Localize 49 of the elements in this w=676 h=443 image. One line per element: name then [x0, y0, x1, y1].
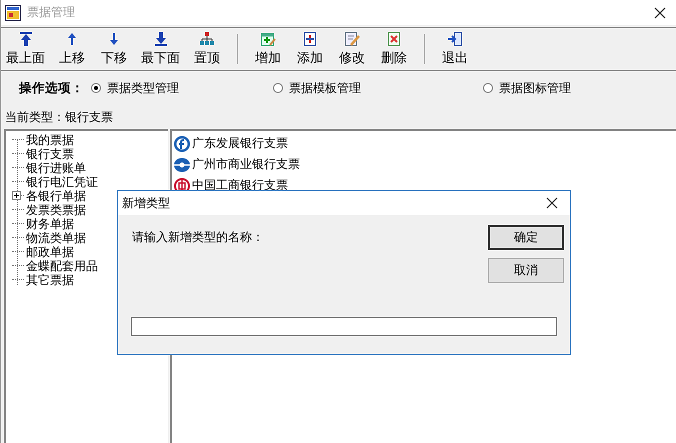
tree-item[interactable]: 邮政单据	[26, 245, 74, 259]
tree-item[interactable]: 各银行单据	[26, 189, 86, 203]
current-type-value: 银行支票	[65, 108, 113, 126]
options-label: 操作选项：	[19, 80, 85, 96]
tree-item[interactable]: 发票类票据	[26, 203, 86, 217]
toolbar-button[interactable]: 删除	[376, 29, 412, 69]
hierarchy-icon	[199, 31, 215, 47]
exit-icon	[447, 31, 463, 47]
cancel-button[interactable]: 取消	[488, 258, 564, 283]
tree-item[interactable]: 财务单据	[26, 217, 74, 231]
tree-item[interactable]: 银行支票	[26, 147, 74, 161]
toolbar-button[interactable]: 下移	[96, 29, 132, 69]
radio-button[interactable]: 票据模板管理	[273, 80, 483, 96]
current-type-label: 当前类型：	[5, 108, 65, 126]
top-arrow-icon	[18, 31, 34, 47]
dialog-title: 新增类型	[122, 194, 170, 212]
toolbar-button[interactable]: 最下面	[138, 29, 183, 69]
name-input-field[interactable]	[131, 317, 557, 336]
close-icon[interactable]	[654, 6, 666, 18]
app-icon	[5, 4, 21, 20]
bank-logo-icon	[174, 136, 190, 152]
toolbar-button[interactable]: 增加	[250, 29, 286, 69]
toolbar-button[interactable]: 修改	[334, 29, 370, 69]
list-item[interactable]: 广州市商业银行支票	[192, 156, 300, 173]
radio-button[interactable]: 票据图标管理	[483, 80, 571, 96]
tree-item[interactable]: 金蝶配套用品	[26, 259, 98, 273]
toolbar-button[interactable]: 添加	[292, 29, 328, 69]
tree-item[interactable]: 我的票据	[26, 133, 74, 147]
radio-button[interactable]: 票据类型管理	[91, 80, 273, 96]
toolbar-button[interactable]: 退出	[437, 29, 473, 69]
document-add-icon	[302, 31, 318, 47]
toolbar-button[interactable]: 置顶	[189, 29, 225, 69]
toolbar-button[interactable]: 上移	[54, 29, 90, 69]
tree-item[interactable]: 银行进账单	[26, 161, 86, 175]
tree-item[interactable]: 银行电汇凭证	[26, 175, 98, 189]
tree-item[interactable]: 其它票据	[26, 273, 74, 287]
window-title: 票据管理	[27, 4, 75, 21]
list-item[interactable]: 广东发展银行支票	[192, 135, 288, 152]
tree-item[interactable]: 物流类单据	[26, 231, 86, 245]
expand-icon[interactable]	[12, 191, 21, 200]
add-pencil-icon	[260, 31, 276, 47]
bottom-arrow-icon	[152, 31, 168, 47]
close-icon[interactable]	[546, 197, 558, 209]
bank-logo-icon	[174, 156, 190, 172]
delete-icon	[386, 31, 402, 47]
toolbar-button[interactable]: 最上面	[3, 29, 48, 69]
prompt-text: 请输入新增类型的名称：	[132, 229, 264, 246]
ok-button[interactable]: 确定	[488, 225, 564, 250]
edit-icon	[344, 31, 360, 47]
